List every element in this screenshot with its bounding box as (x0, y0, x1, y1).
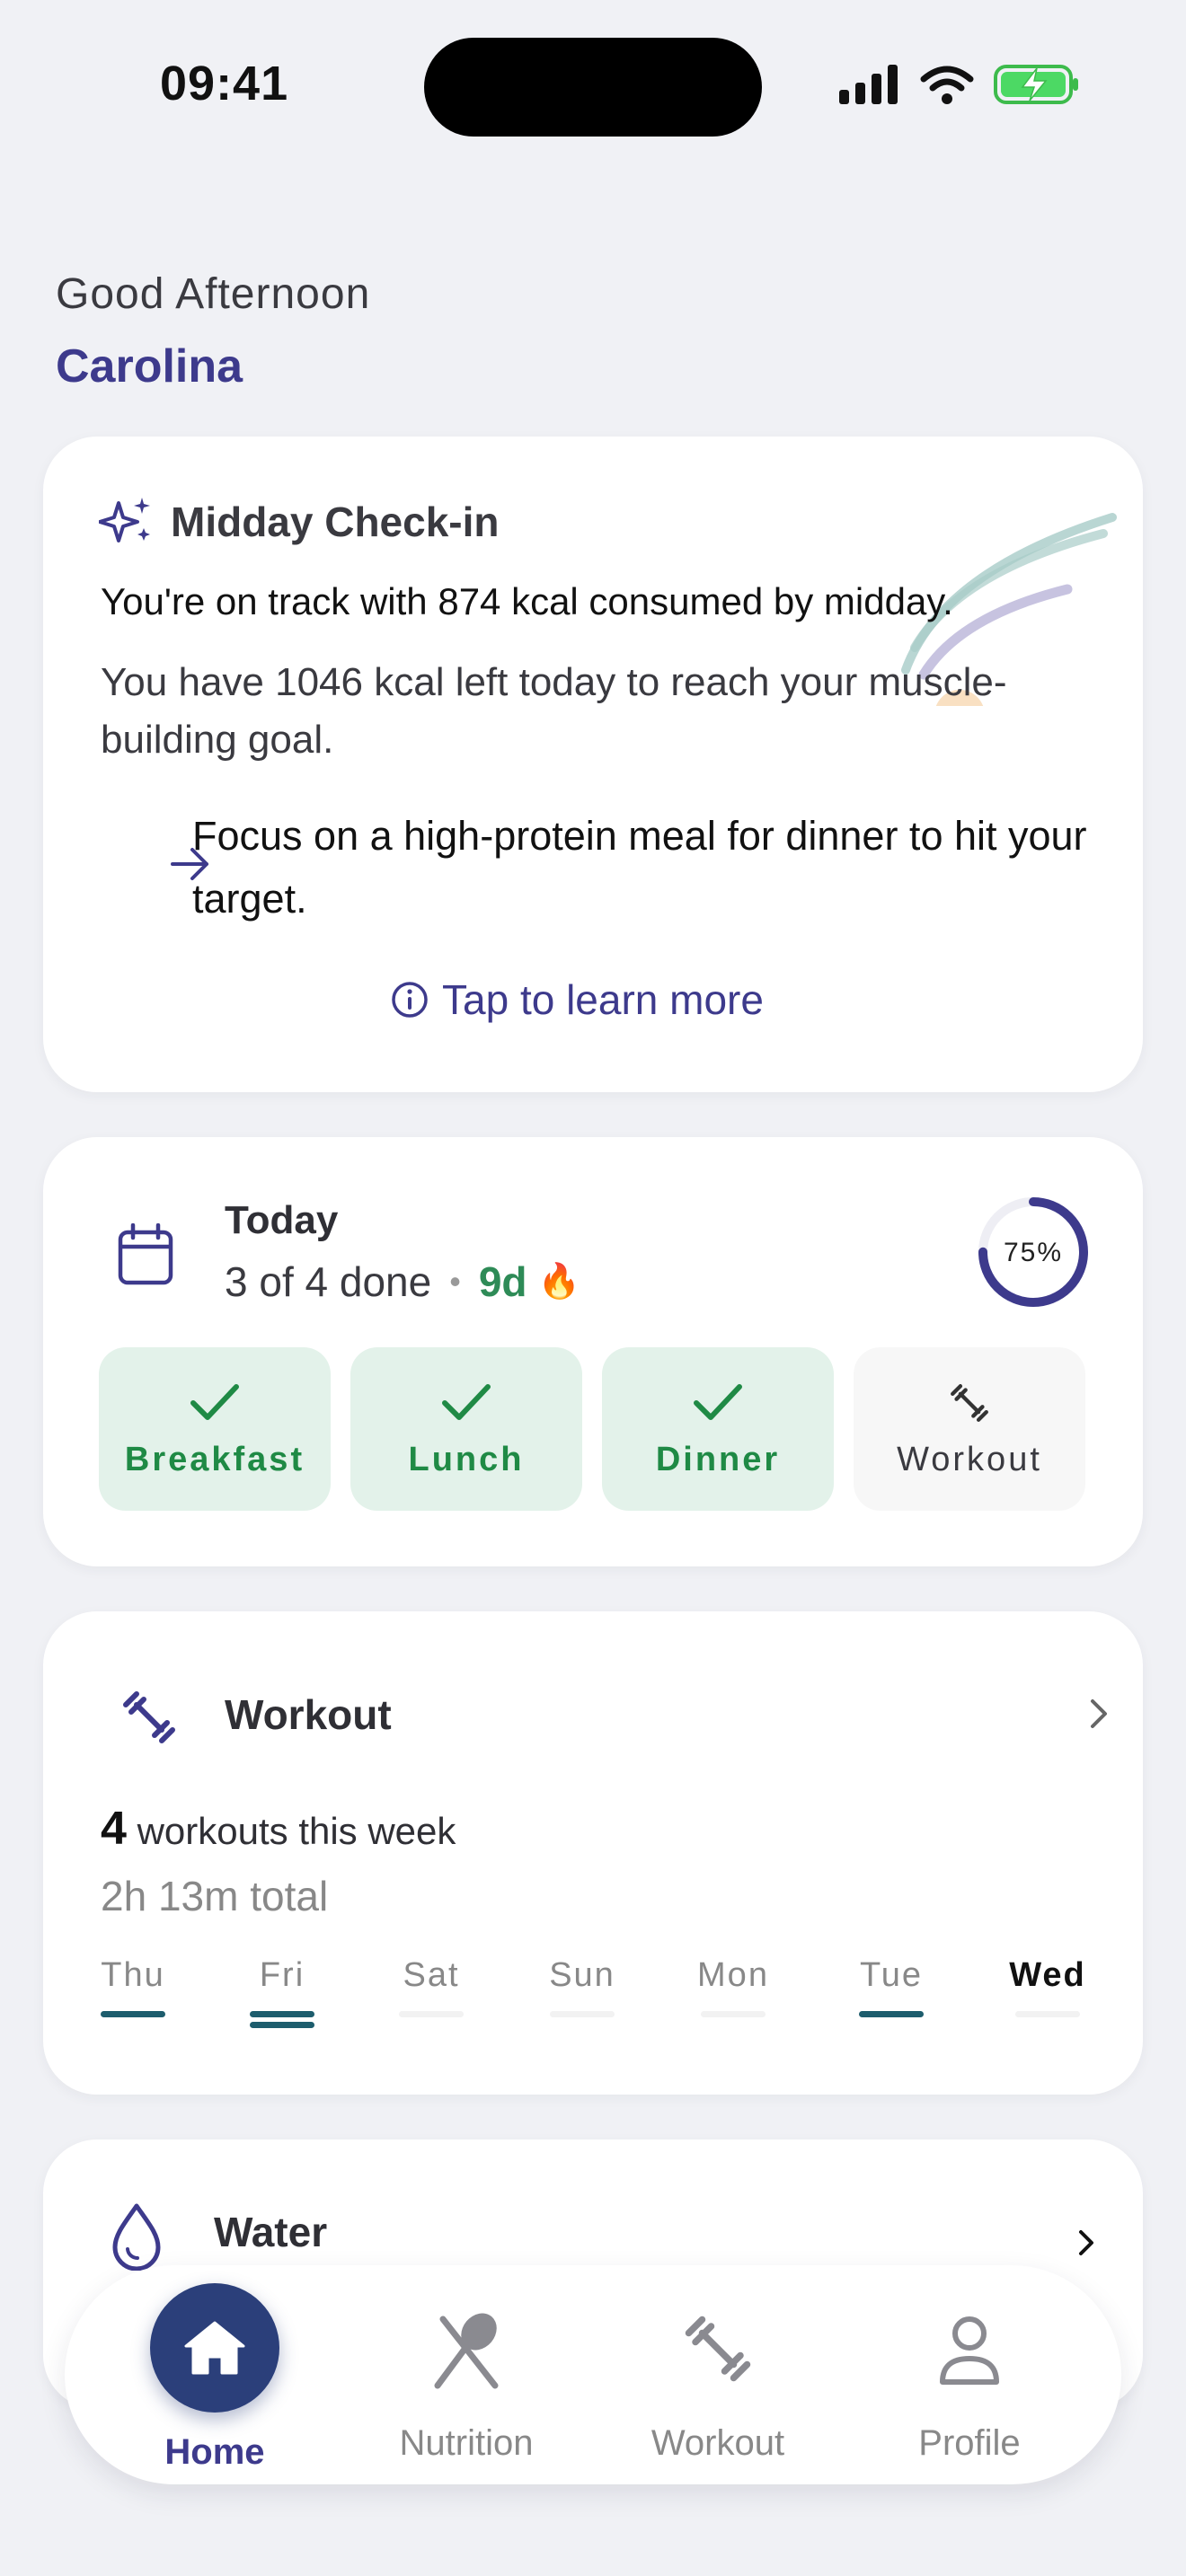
session-bar (250, 2022, 314, 2028)
calendar-icon (118, 1223, 173, 1285)
workout-card[interactable]: Workout 4 workouts this week 2h 13m tota… (43, 1611, 1143, 2095)
weekday-label: Mon (697, 1956, 769, 1994)
learn-more-label: Tap to learn more (442, 976, 764, 1023)
home-button[interactable] (150, 2283, 279, 2413)
tab-workout[interactable]: Workout (592, 2265, 844, 2484)
signal-icon (839, 65, 898, 104)
dynamic-island (424, 38, 762, 137)
chevron-right-icon[interactable] (1085, 1696, 1111, 1732)
separator-dot: • (449, 1263, 461, 1300)
weekday-label: Fri (259, 1956, 305, 1994)
tab-home[interactable]: Home (89, 2265, 341, 2484)
streak-days: 9d (478, 1258, 527, 1305)
tab-label-nutrition: Nutrition (399, 2423, 534, 2463)
wifi-icon (920, 66, 974, 104)
sparkle-icon (99, 498, 150, 543)
weekday-label: Sat (403, 1956, 460, 1994)
checkin-title: Midday Check-in (171, 498, 500, 545)
today-progress-text: 3 of 4 done (225, 1258, 432, 1305)
check-icon (442, 1383, 491, 1420)
weekday-sun: Sun (533, 1956, 632, 2017)
fire-icon: 🔥 (537, 1263, 580, 1301)
bottom-tab-bar: Home Nutrition Workout Profile (65, 2265, 1121, 2484)
user-name: Carolina (56, 340, 243, 393)
status-time: 09:41 (160, 57, 289, 110)
workout-count-line: 4 workouts this week (101, 1802, 456, 1856)
weekday-label: Thu (101, 1956, 165, 1994)
tab-label-workout: Workout (651, 2423, 785, 2463)
session-bar (101, 2011, 165, 2017)
checklist-item-lunch[interactable]: Lunch (350, 1347, 582, 1511)
session-bar (859, 2011, 924, 2017)
session-bar (399, 2011, 464, 2017)
water-drop-icon (112, 2203, 161, 2271)
checklist-item-label: Breakfast (124, 1440, 305, 1478)
today-card[interactable]: Today 3 of 4 done • 9d 🔥 75% Breakfast Lu… (43, 1137, 1143, 1566)
session-bar (250, 2011, 314, 2017)
check-icon (190, 1383, 239, 1420)
workout-count-label: workouts this week (137, 1810, 456, 1852)
checkin-focus-tip: Focus on a high-protein meal for dinner … (192, 813, 1087, 922)
weekday-tue: Tue (842, 1956, 941, 2017)
status-icons (839, 63, 1080, 106)
dumbbell-icon (685, 2316, 751, 2382)
weekday-label: Wed (1009, 1956, 1086, 1994)
today-summary: 3 of 4 done • 9d 🔥 (225, 1257, 580, 1306)
utensils-icon (434, 2313, 499, 2389)
weekday-fri: Fri (233, 1956, 332, 2028)
user-icon (940, 2316, 999, 2385)
checklist-item-label: Lunch (408, 1440, 525, 1478)
checklist-item-label: Workout (897, 1440, 1042, 1478)
tab-profile[interactable]: Profile (844, 2265, 1095, 2484)
session-bar (1015, 2011, 1080, 2017)
workout-title: Workout (225, 1691, 392, 1738)
tab-nutrition[interactable]: Nutrition (341, 2265, 592, 2484)
checkin-consumed-text: You're on track with 874 kcal consumed b… (101, 580, 953, 622)
tab-label-home: Home (164, 2432, 265, 2472)
checklist-item-breakfast[interactable]: Breakfast (99, 1347, 331, 1511)
workout-total-time: 2h 13m total (101, 1873, 329, 1919)
session-bar (550, 2011, 615, 2017)
weekday-sat: Sat (382, 1956, 481, 2017)
dumbbell-icon (951, 1383, 988, 1422)
info-icon (392, 982, 428, 1018)
learn-more-link[interactable]: Tap to learn more (390, 975, 764, 1024)
progress-percent: 75% (1004, 1238, 1063, 1267)
home-icon (184, 2321, 245, 2375)
chevron-right-icon[interactable] (1076, 2228, 1096, 2258)
checklist-item-dinner[interactable]: Dinner (602, 1347, 834, 1511)
weekday-thu: Thu (84, 1956, 182, 2017)
weekday-wed: Wed (998, 1956, 1097, 2017)
weekday-mon: Mon (684, 1956, 783, 2017)
dumbbell-icon (123, 1691, 175, 1743)
check-icon (694, 1383, 742, 1420)
midday-checkin-card[interactable]: Midday Check-in You're on track with 874… (43, 437, 1143, 1092)
session-bar (701, 2011, 766, 2017)
checklist-item-label: Dinner (655, 1440, 781, 1478)
weekday-label: Sun (549, 1956, 615, 1994)
today-title: Today (225, 1198, 339, 1242)
weekday-label: Tue (859, 1956, 924, 1994)
water-title: Water (214, 2209, 328, 2255)
greeting-salutation: Good Afternoon (56, 270, 371, 318)
progress-ring: 75% (978, 1197, 1088, 1307)
checkin-remaining-text: You have 1046 kcal left today to reach y… (101, 660, 1007, 762)
workout-count: 4 (101, 1803, 127, 1855)
battery-charging-icon (994, 65, 1078, 104)
checklist-item-workout[interactable]: Workout (854, 1347, 1085, 1511)
tab-label-profile: Profile (918, 2423, 1021, 2463)
